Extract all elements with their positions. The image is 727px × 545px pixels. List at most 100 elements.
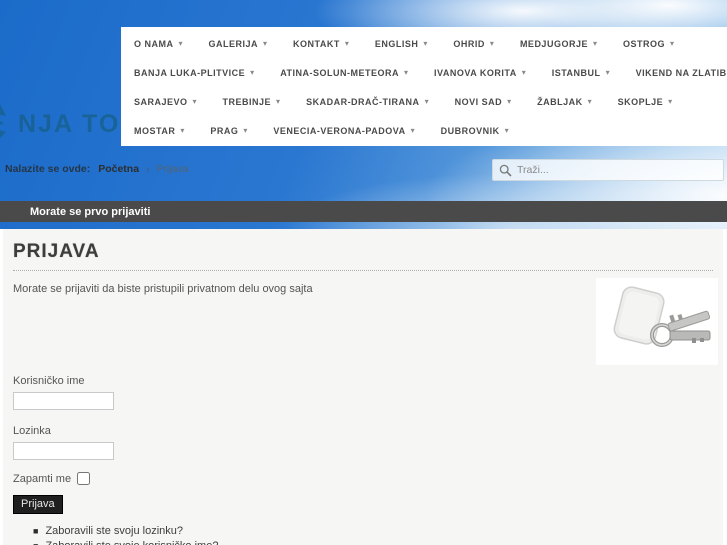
chevron-down-icon: ▾	[423, 39, 428, 48]
menu-item-label: TREBINJE	[222, 96, 272, 107]
password-input[interactable]	[13, 442, 114, 460]
login-link[interactable]: Zaboravili ste svoje korisničko ime?	[45, 540, 218, 545]
breadcrumb-separator-icon: ›	[146, 163, 150, 175]
menu-item-label: DUBROVNIK	[440, 125, 500, 136]
menu-item-banja-luka-plitvice[interactable]: BANJA LUKA-PLITVICE ▾	[134, 68, 254, 78]
chevron-down-icon: ▾	[587, 97, 592, 106]
menu-item-label: O NAMA	[134, 38, 174, 49]
menu-item-label: MEDJUGORJE	[519, 38, 588, 49]
chevron-down-icon: ▾	[344, 39, 349, 48]
password-label: Lozinka	[13, 425, 51, 437]
menu-item-medjugorje[interactable]: MEDJUGORJE ▾	[520, 39, 597, 49]
menu-item-label: BANJA LUKA-PLITVICE	[134, 67, 246, 78]
menu-item-label: MOSTAR	[134, 125, 176, 136]
chevron-down-icon: ▾	[521, 68, 526, 77]
menu-item-venecia-verona-padova[interactable]: VENECIA-VERONA-PADOVA ▾	[273, 126, 414, 136]
menu-item-label: SKADAR-DRAČ-TIRANA	[306, 96, 420, 107]
chevron-down-icon: ▾	[243, 126, 248, 135]
login-submit-button[interactable]: Prijava	[13, 495, 63, 514]
menu-item-label: IVANOVA KORITA	[434, 67, 517, 78]
menu-item-label: SARAJEVO	[134, 96, 188, 107]
menu-row-4: MOSTAR ▾ PRAG ▾ VENECIA-VERONA-PADOVA ▾ DUBROV…	[123, 116, 727, 145]
search-input[interactable]	[517, 164, 717, 176]
menu-item-o-nama[interactable]: O NAMA ▾	[134, 39, 183, 49]
menu-item-label: VENECIA-VERONA-PADOVA	[273, 125, 406, 136]
menu-item--abljak[interactable]: ŽABLJAK ▾	[537, 97, 592, 107]
main-navigation: O NAMA ▾ GALERIJA ▾ KONTAKT ▾ ENGLISH ▾ OHRID ▾ ME…	[121, 27, 727, 146]
breadcrumb-home-link[interactable]: Početna	[98, 163, 139, 175]
menu-item-skadar-dra-tirana[interactable]: SKADAR-DRAČ-TIRANA ▾	[306, 97, 429, 107]
chevron-down-icon: ▾	[668, 97, 673, 106]
chevron-down-icon: ▾	[192, 97, 197, 106]
menu-item-label: NOVI SAD	[454, 96, 503, 107]
menu-row-3: SARAJEVO ▾ TREBINJE ▾ SKADAR-DRAČ-TIRANA ▾ NOV…	[123, 87, 727, 116]
page: NJA TOURS O NAMA ▾ GALERIJA ▾ KONTAKT ▾ ENGLIS…	[0, 0, 727, 545]
logo-bird-icon	[0, 104, 6, 138]
menu-item-english[interactable]: ENGLISH ▾	[375, 39, 428, 49]
chevron-down-icon: ▾	[180, 126, 185, 135]
menu-item-istanbul[interactable]: ISTANBUL ▾	[552, 68, 610, 78]
remember-me-checkbox[interactable]	[77, 472, 91, 485]
login-link-item: ■ Zaboravili ste svoju lozinku?	[33, 523, 713, 539]
chevron-down-icon: ▾	[669, 39, 674, 48]
menu-item-label: GALERIJA	[208, 38, 259, 49]
keys-image	[596, 278, 718, 365]
bullet-square-icon: ■	[33, 541, 38, 545]
chevron-down-icon: ▾	[504, 126, 509, 135]
chevron-down-icon: ▾	[507, 97, 512, 106]
menu-item-ivanova-korita[interactable]: IVANOVA KORITA ▾	[434, 68, 526, 78]
username-input[interactable]	[13, 392, 114, 410]
menu-item-kontakt[interactable]: KONTAKT ▾	[293, 39, 349, 49]
breadcrumb-prefix: Nalazite se ovde:	[5, 163, 91, 175]
bullet-square-icon: ■	[33, 525, 39, 536]
menu-item-trebinje[interactable]: TREBINJE ▾	[223, 97, 281, 107]
menu-item-vikend-na-zlatiboru[interactable]: VIKEND NA ZLATIBORU▾	[636, 68, 727, 78]
menu-item-ostrog[interactable]: OSTROG ▾	[623, 39, 674, 49]
menu-item-label: OHRID	[453, 38, 485, 49]
menu-item-label: VIKEND NA ZLATIBORU	[635, 67, 727, 78]
menu-item-label: ISTANBUL	[551, 67, 601, 78]
breadcrumb-current: Prijava	[156, 163, 189, 175]
chevron-down-icon: ▾	[178, 39, 183, 48]
menu-item-label: OSTROG	[622, 38, 665, 49]
menu-item-novi-sad[interactable]: NOVI SAD ▾	[455, 97, 512, 107]
menu-item-label: SKOPLJE	[617, 96, 664, 107]
menu-row-1: O NAMA ▾ GALERIJA ▾ KONTAKT ▾ ENGLISH ▾ OHRID ▾ ME…	[123, 29, 727, 58]
chevron-down-icon: ▾	[250, 68, 255, 77]
menu-item-sarajevo[interactable]: SARAJEVO ▾	[134, 97, 197, 107]
keys-photo-icon	[596, 278, 718, 365]
search-box[interactable]	[492, 159, 724, 181]
menu-item-mostar[interactable]: MOSTAR ▾	[134, 126, 184, 136]
chevron-down-icon: ▾	[424, 97, 429, 106]
chevron-down-icon: ▾	[592, 39, 597, 48]
chevron-down-icon: ▾	[263, 39, 268, 48]
login-links-list: ■ Zaboravili ste svoju lozinku? ■ Zaboravil…	[13, 523, 713, 545]
menu-item-ohrid[interactable]: OHRID ▾	[453, 39, 494, 49]
login-content: PRIJAVA Morate se prijaviti da biste pri…	[0, 229, 727, 545]
chevron-down-icon: ▾	[489, 39, 494, 48]
menu-item-atina-solun-meteora[interactable]: ATINA-SOLUN-METEORA ▾	[280, 68, 408, 78]
page-title: PRIJAVA	[13, 241, 100, 262]
menu-item-label: KONTAKT	[293, 38, 340, 49]
notice-text: Morate se prvo prijaviti	[30, 205, 151, 218]
login-link[interactable]: Zaboravili ste svoju lozinku?	[45, 525, 183, 537]
login-link-item: ■ Zaboravili ste svoje korisničko ime?	[33, 539, 713, 545]
menu-item-label: PRAG	[210, 125, 239, 136]
menu-item-prag[interactable]: PRAG ▾	[210, 126, 247, 136]
menu-item-label: ŽABLJAK	[537, 96, 583, 107]
menu-item-skoplje[interactable]: SKOPLJE ▾	[618, 97, 673, 107]
notice-bar: Morate se prvo prijaviti	[0, 201, 727, 222]
chevron-down-icon: ▾	[605, 68, 610, 77]
breadcrumb: Nalazite se ovde: Početna › Prijava	[5, 163, 189, 175]
username-label: Korisničko ime	[13, 375, 85, 387]
menu-item-galerija[interactable]: GALERIJA ▾	[209, 39, 268, 49]
menu-item-label: ENGLISH	[374, 38, 419, 49]
title-separator	[13, 270, 713, 271]
search-icon	[499, 164, 512, 177]
chevron-down-icon: ▾	[404, 68, 409, 77]
chevron-down-icon: ▾	[410, 126, 415, 135]
menu-row-2: BANJA LUKA-PLITVICE ▾ ATINA-SOLUN-METEORA ▾…	[123, 58, 727, 87]
menu-item-dubrovnik[interactable]: DUBROVNIK ▾	[441, 126, 509, 136]
remember-me-label: Zapamti me	[13, 472, 72, 485]
menu-item-label: ATINA-SOLUN-METEORA	[280, 67, 400, 78]
